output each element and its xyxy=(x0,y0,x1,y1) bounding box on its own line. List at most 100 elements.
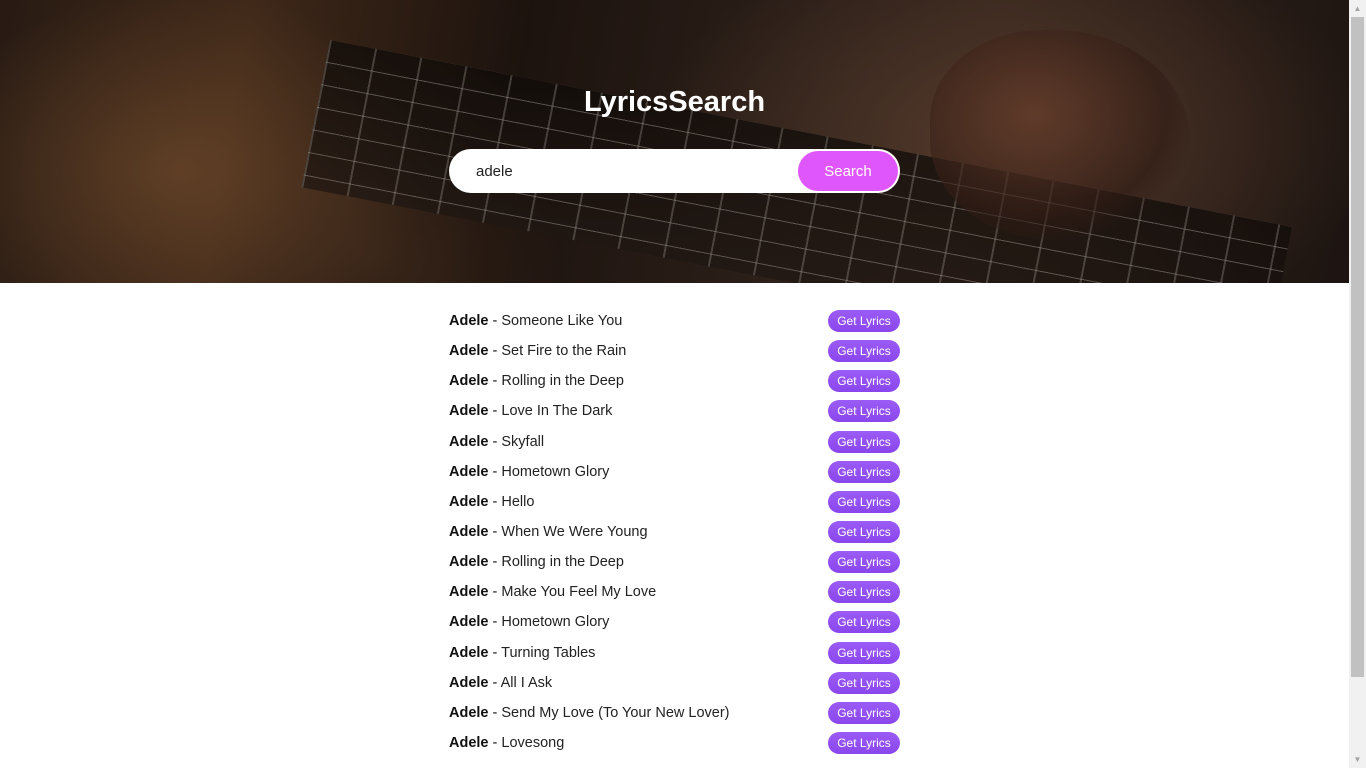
result-separator: - xyxy=(488,373,502,390)
result-separator: - xyxy=(488,463,502,480)
result-text: Adele - Love In The Dark xyxy=(449,403,612,419)
result-song-title: Rolling in the Deep xyxy=(501,373,624,390)
result-song-title: Rolling in the Deep xyxy=(501,554,624,571)
get-lyrics-button[interactable]: Get Lyrics xyxy=(828,671,900,694)
result-item: Adele - Lovesong Get Lyrics xyxy=(449,728,900,758)
result-artist: Adele xyxy=(449,373,489,390)
result-text: Adele - Hometown Glory xyxy=(449,614,609,630)
result-item: Adele - When We Were Young Get Lyrics xyxy=(449,517,900,547)
result-artist: Adele xyxy=(449,463,489,480)
result-song-title: Hometown Glory xyxy=(501,614,610,631)
get-lyrics-button[interactable]: Get Lyrics xyxy=(828,340,900,363)
result-text: Adele - Skyfall xyxy=(449,434,544,450)
result-item: Adele - Hometown Glory Get Lyrics xyxy=(449,457,900,487)
result-song-title: Turning Tables xyxy=(501,644,596,661)
result-text: Adele - Rolling in the Deep xyxy=(449,554,624,570)
scroll-up-arrow-icon[interactable]: ▲ xyxy=(1349,0,1366,17)
scroll-down-arrow-icon[interactable]: ▼ xyxy=(1349,751,1366,768)
result-item: Adele - Rolling in the Deep Get Lyrics xyxy=(449,366,900,396)
result-artist: Adele xyxy=(449,704,489,721)
get-lyrics-button[interactable]: Get Lyrics xyxy=(828,310,900,333)
get-lyrics-button[interactable]: Get Lyrics xyxy=(828,551,900,574)
hero-header: LyricsSearch Search xyxy=(0,0,1349,283)
result-separator: - xyxy=(488,584,502,601)
result-separator: - xyxy=(488,403,502,420)
get-lyrics-button[interactable]: Get Lyrics xyxy=(828,430,900,453)
result-separator: - xyxy=(488,735,502,752)
result-text: Adele - When We Were Young xyxy=(449,524,648,540)
result-artist: Adele xyxy=(449,403,489,420)
result-item: Adele - Skyfall Get Lyrics xyxy=(449,427,900,457)
result-item: Adele - Someone Like You Get Lyrics xyxy=(449,306,900,336)
result-item: Adele - Hello Get Lyrics xyxy=(449,487,900,517)
result-artist: Adele xyxy=(449,313,489,330)
result-item: Adele - All I Ask Get Lyrics xyxy=(449,668,900,698)
result-separator: - xyxy=(488,313,502,330)
result-song-title: Hello xyxy=(501,493,535,510)
result-text: Adele - Turning Tables xyxy=(449,645,595,661)
get-lyrics-button[interactable]: Get Lyrics xyxy=(828,581,900,604)
search-button[interactable]: Search xyxy=(798,151,898,191)
result-separator: - xyxy=(488,524,502,541)
search-input[interactable] xyxy=(449,149,799,193)
results-list: Adele - Someone Like You Get Lyrics Adele … xyxy=(449,306,900,758)
result-song-title: Send My Love (To Your New Lover) xyxy=(501,704,730,721)
result-text: Adele - All I Ask xyxy=(449,675,552,691)
result-item: Adele - Love In The Dark Get Lyrics xyxy=(449,396,900,426)
get-lyrics-button[interactable]: Get Lyrics xyxy=(828,611,900,634)
result-text: Adele - Someone Like You xyxy=(449,313,622,329)
result-separator: - xyxy=(488,674,501,691)
get-lyrics-button[interactable]: Get Lyrics xyxy=(828,460,900,483)
get-lyrics-button[interactable]: Get Lyrics xyxy=(828,490,900,513)
search-form: Search xyxy=(449,149,900,193)
get-lyrics-button[interactable]: Get Lyrics xyxy=(828,521,900,544)
result-artist: Adele xyxy=(449,644,489,661)
result-text: Adele - Hometown Glory xyxy=(449,464,609,480)
result-text: Adele - Make You Feel My Love xyxy=(449,584,656,600)
result-song-title: Love In The Dark xyxy=(501,403,613,420)
result-item: Adele - Hometown Glory Get Lyrics xyxy=(449,607,900,637)
page-title: LyricsSearch xyxy=(583,86,766,118)
result-text: Adele - Rolling in the Deep xyxy=(449,373,624,389)
result-artist: Adele xyxy=(449,343,489,360)
result-text: Adele - Send My Love (To Your New Lover) xyxy=(449,705,729,721)
vertical-scrollbar[interactable]: ▲ ▼ xyxy=(1349,0,1366,768)
result-song-title: Skyfall xyxy=(501,433,545,450)
result-song-title: Set Fire to the Rain xyxy=(501,343,627,360)
result-artist: Adele xyxy=(449,674,489,691)
page: LyricsSearch Search Adele - Someone Like… xyxy=(0,0,1349,768)
result-separator: - xyxy=(488,493,502,510)
result-song-title: Hometown Glory xyxy=(501,463,610,480)
result-item: Adele - Rolling in the Deep Get Lyrics xyxy=(449,547,900,577)
result-artist: Adele xyxy=(449,524,489,541)
result-separator: - xyxy=(488,644,502,661)
result-item: Adele - Make You Feel My Love Get Lyrics xyxy=(449,577,900,607)
result-song-title: Lovesong xyxy=(501,735,565,752)
result-artist: Adele xyxy=(449,554,489,571)
result-artist: Adele xyxy=(449,433,489,450)
get-lyrics-button[interactable]: Get Lyrics xyxy=(828,400,900,423)
result-text: Adele - Set Fire to the Rain xyxy=(449,343,626,359)
result-text: Adele - Hello xyxy=(449,494,534,510)
result-song-title: Make You Feel My Love xyxy=(501,584,657,601)
result-artist: Adele xyxy=(449,614,489,631)
result-item: Adele - Turning Tables Get Lyrics xyxy=(449,638,900,668)
result-artist: Adele xyxy=(449,584,489,601)
result-artist: Adele xyxy=(449,735,489,752)
result-song-title: All I Ask xyxy=(500,674,553,691)
result-song-title: Someone Like You xyxy=(501,313,623,330)
result-artist: Adele xyxy=(449,493,489,510)
result-song-title: When We Were Young xyxy=(501,524,648,541)
get-lyrics-button[interactable]: Get Lyrics xyxy=(828,732,900,755)
get-lyrics-button[interactable]: Get Lyrics xyxy=(828,701,900,724)
get-lyrics-button[interactable]: Get Lyrics xyxy=(828,641,900,664)
result-item: Adele - Set Fire to the Rain Get Lyrics xyxy=(449,336,900,366)
scrollbar-thumb[interactable] xyxy=(1351,17,1364,677)
result-item: Adele - Send My Love (To Your New Lover)… xyxy=(449,698,900,728)
result-separator: - xyxy=(488,554,502,571)
result-separator: - xyxy=(488,614,502,631)
get-lyrics-button[interactable]: Get Lyrics xyxy=(828,370,900,393)
result-separator: - xyxy=(488,433,502,450)
result-text: Adele - Lovesong xyxy=(449,735,564,751)
result-separator: - xyxy=(488,704,502,721)
